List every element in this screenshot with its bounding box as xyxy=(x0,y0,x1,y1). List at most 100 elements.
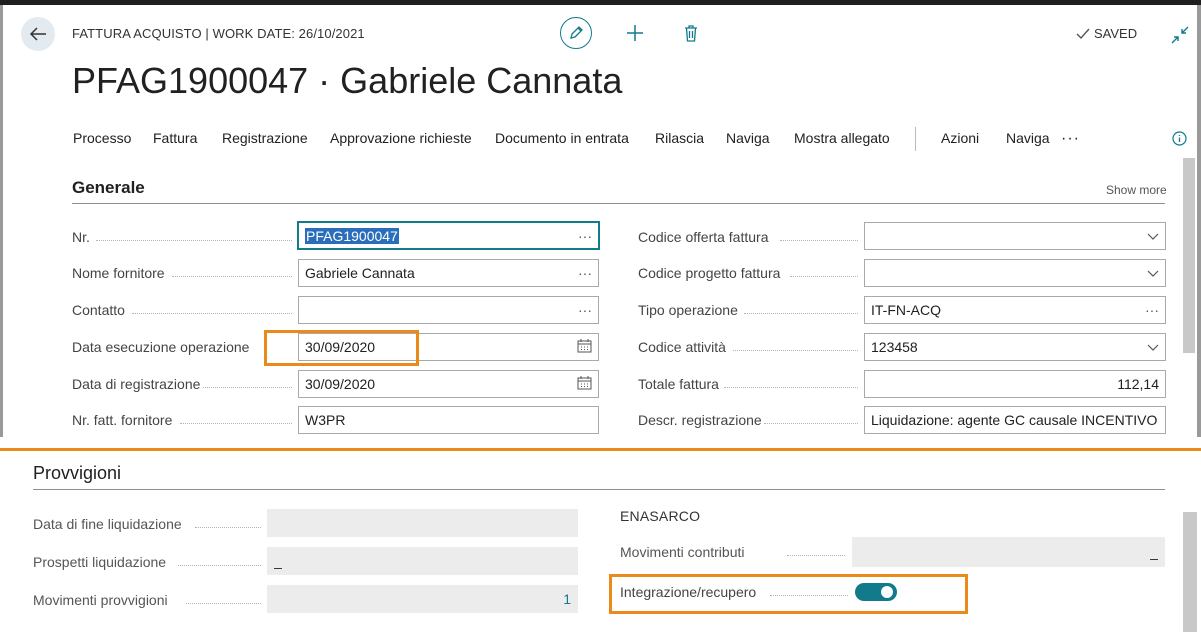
label-dots xyxy=(764,423,858,424)
label-descr-registrazione: Descr. registrazione xyxy=(638,412,762,428)
menu-documento-in-entrata[interactable]: Documento in entrata xyxy=(495,130,629,146)
label-dots xyxy=(787,555,845,556)
calendar-icon[interactable] xyxy=(574,375,592,393)
contatto-field[interactable]: ··· xyxy=(298,296,599,324)
label-dots xyxy=(195,527,261,528)
collapse-button[interactable] xyxy=(1170,25,1190,45)
checkmark-icon xyxy=(1076,28,1090,39)
label-tipo-operazione: Tipo operazione xyxy=(638,302,738,318)
menu-separator xyxy=(915,127,916,151)
codice-offerta-field[interactable] xyxy=(864,222,1166,250)
nr-fatt-fornitore-value: W3PR xyxy=(305,412,346,428)
label-data-fine-liquidazione: Data di fine liquidazione xyxy=(33,516,182,532)
ellipsis-icon[interactable]: ··· xyxy=(1141,302,1159,318)
prospetti-liquidazione-field[interactable]: _ xyxy=(267,547,578,575)
ellipsis-icon[interactable]: ··· xyxy=(574,228,592,244)
label-dots xyxy=(790,276,858,277)
window-top-border xyxy=(0,0,1201,5)
label-dots xyxy=(744,313,858,314)
back-button[interactable] xyxy=(21,17,55,51)
menu-fattura[interactable]: Fattura xyxy=(153,130,197,146)
trash-icon xyxy=(685,24,697,42)
collapse-icon xyxy=(1171,26,1189,44)
section-provvigioni-title: Provvigioni xyxy=(33,463,122,483)
movimenti-provvigioni-field[interactable]: 1 xyxy=(267,585,578,613)
tipo-operazione-value: IT-FN-ACQ xyxy=(871,302,941,318)
label-dots xyxy=(172,276,292,277)
edit-button[interactable] xyxy=(560,17,592,49)
totale-fattura-value: 112,14 xyxy=(1117,376,1159,392)
chevron-down-icon[interactable] xyxy=(1141,228,1159,244)
menu-azioni[interactable]: Azioni xyxy=(941,130,979,146)
label-data-esecuzione: Data esecuzione operazione xyxy=(72,339,250,355)
chevron-down-icon[interactable] xyxy=(1141,265,1159,281)
enasarco-title: ENASARCO xyxy=(620,508,701,524)
show-more-link[interactable]: Show more xyxy=(1106,183,1167,197)
label-dots xyxy=(180,423,292,424)
info-button[interactable] xyxy=(1172,131,1187,146)
label-dots xyxy=(203,387,292,388)
label-dots xyxy=(178,565,261,566)
codice-attivita-value: 123458 xyxy=(871,339,918,355)
codice-attivita-field[interactable]: 123458 xyxy=(864,333,1166,361)
data-fine-liquidazione-field xyxy=(267,509,578,537)
new-button[interactable] xyxy=(624,22,646,44)
scrollbar-bottom[interactable] xyxy=(1183,512,1197,632)
label-codice-progetto: Codice progetto fattura xyxy=(638,265,781,281)
section-generale-title: Generale xyxy=(72,178,145,197)
section-provvigioni-rule xyxy=(33,489,1165,490)
right-edge xyxy=(1197,5,1201,437)
label-codice-attivita: Codice attività xyxy=(638,339,726,355)
delete-button[interactable] xyxy=(681,22,701,44)
scrollbar-top[interactable] xyxy=(1183,158,1195,353)
label-dots xyxy=(724,387,858,388)
more-options-icon[interactable]: ··· xyxy=(1061,130,1080,148)
descr-registrazione-field[interactable]: Liquidazione: agente GC causale INCENTIV… xyxy=(864,406,1166,434)
tipo-operazione-field[interactable]: IT-FN-ACQ ··· xyxy=(864,296,1166,324)
movimenti-contributi-field[interactable]: _ xyxy=(852,537,1165,567)
label-nr-fatt-fornitore: Nr. fatt. fornitore xyxy=(72,412,173,428)
ellipsis-icon[interactable]: ··· xyxy=(574,302,592,318)
saved-label: SAVED xyxy=(1094,26,1138,41)
menu-naviga-2[interactable]: Naviga xyxy=(1006,130,1050,146)
label-codice-offerta: Codice offerta fattura xyxy=(638,229,769,245)
highlight-integrazione-recupero xyxy=(609,574,968,614)
calendar-icon[interactable] xyxy=(574,338,592,356)
data-registrazione-field[interactable]: 30/09/2020 xyxy=(298,370,599,398)
menu-naviga-1[interactable]: Naviga xyxy=(726,130,770,146)
nr-value: PFAG1900047 xyxy=(305,227,399,244)
info-icon xyxy=(1172,131,1187,146)
section-generale-rule xyxy=(72,203,1165,204)
menu-mostra-allegato[interactable]: Mostra allegato xyxy=(794,130,890,146)
totale-fattura-field[interactable]: 112,14 xyxy=(864,370,1166,398)
label-nr: Nr. xyxy=(72,229,90,245)
left-edge xyxy=(0,5,3,437)
label-contatto: Contatto xyxy=(72,302,125,318)
arrow-left-icon xyxy=(29,27,46,41)
nome-fornitore-field[interactable]: Gabriele Cannata ··· xyxy=(298,259,599,287)
nr-field[interactable]: PFAG1900047 ··· xyxy=(298,222,599,249)
descr-registrazione-value: Liquidazione: agente GC causale INCENTIV… xyxy=(871,412,1159,428)
page-title: PFAG1900047 · Gabriele Cannata xyxy=(72,60,623,101)
label-dots xyxy=(780,240,858,241)
movimenti-contributi-value: _ xyxy=(1150,544,1158,560)
menu-rilascia[interactable]: Rilascia xyxy=(655,130,704,146)
chevron-down-icon[interactable] xyxy=(1141,339,1159,355)
codice-progetto-field[interactable] xyxy=(864,259,1166,287)
data-registrazione-value: 30/09/2020 xyxy=(305,376,376,392)
highlight-data-esecuzione xyxy=(264,330,419,366)
breadcrumb: FATTURA ACQUISTO | WORK DATE: 26/10/2021 xyxy=(72,26,365,41)
nr-fatt-fornitore-field[interactable]: W3PR xyxy=(298,406,599,434)
label-movimenti-contributi: Movimenti contributi xyxy=(620,544,745,560)
pencil-icon xyxy=(570,26,583,39)
ellipsis-icon[interactable]: ··· xyxy=(574,265,592,281)
label-totale-fattura: Totale fattura xyxy=(638,376,719,392)
menu-processo[interactable]: Processo xyxy=(73,130,131,146)
menu-approvazione-richieste[interactable]: Approvazione richieste xyxy=(330,130,472,146)
menu-registrazione[interactable]: Registrazione xyxy=(222,130,308,146)
movimenti-provvigioni-value[interactable]: 1 xyxy=(274,591,571,607)
label-prospetti-liquidazione: Prospetti liquidazione xyxy=(33,554,167,570)
label-movimenti-provvigioni: Movimenti provvigioni xyxy=(33,592,168,608)
nome-fornitore-value: Gabriele Cannata xyxy=(305,265,415,281)
saved-status: SAVED xyxy=(1076,26,1137,41)
